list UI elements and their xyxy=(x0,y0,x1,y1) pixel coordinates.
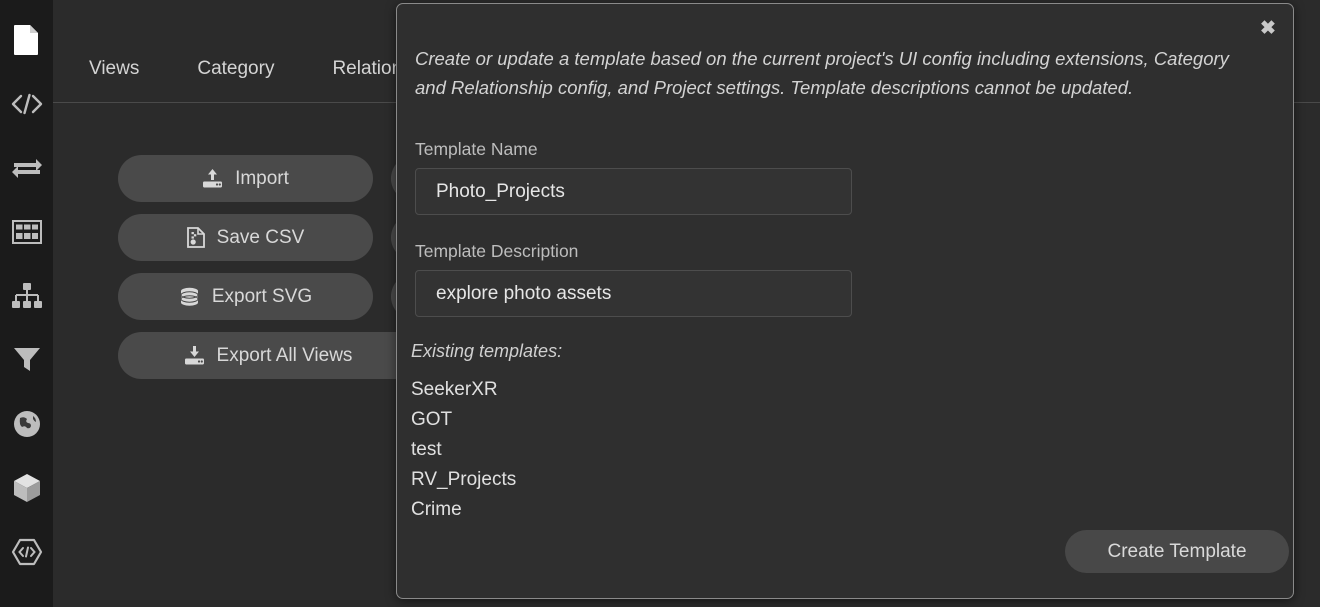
close-icon[interactable]: ✖ xyxy=(1257,17,1279,39)
sidebar-item-code[interactable] xyxy=(0,72,53,136)
filter-icon xyxy=(13,347,41,373)
hierarchy-icon xyxy=(11,283,43,309)
export-svg-button[interactable]: Export SVG xyxy=(118,273,373,320)
sidebar-item-hex-code[interactable] xyxy=(0,520,53,584)
save-csv-button[interactable]: Save CSV xyxy=(118,214,373,261)
list-item: test xyxy=(411,439,442,460)
create-template-button[interactable]: Create Template xyxy=(1065,530,1289,573)
existing-templates-heading: Existing templates: xyxy=(411,341,563,361)
modal-description: Create or update a template based on the… xyxy=(415,48,1229,98)
template-name-input[interactable]: Photo_Projects xyxy=(415,168,852,215)
tab-views[interactable]: Views xyxy=(89,55,139,81)
existing-templates-list: SeekerXR GOT test RV_Projects Crime xyxy=(411,375,516,525)
file-csv-icon xyxy=(186,227,205,248)
list-item: GOT xyxy=(411,409,453,430)
toolbar-button-column: Import Save CSV Export SVG Export All Vi… xyxy=(118,155,418,379)
download-icon xyxy=(184,345,205,366)
template-description-input[interactable]: explore photo assets xyxy=(415,270,852,317)
sidebar-item-hierarchy[interactable] xyxy=(0,264,53,328)
list-item: SeekerXR xyxy=(411,379,498,400)
import-button[interactable]: Import xyxy=(118,155,373,202)
table-icon xyxy=(11,220,42,244)
template-name-label: Template Name xyxy=(415,139,538,159)
sidebar-item-filter[interactable] xyxy=(0,328,53,392)
save-csv-button-label: Save CSV xyxy=(216,226,305,248)
transfer-icon xyxy=(11,156,43,180)
globe-icon xyxy=(13,410,41,438)
cube-icon xyxy=(12,473,42,503)
export-all-views-button[interactable]: Export All Views xyxy=(118,332,418,379)
app-root: Views Category Relationship Import Save … xyxy=(0,0,1320,607)
create-template-modal: ✖ Create or update a template based on t… xyxy=(396,3,1294,599)
hex-code-icon xyxy=(11,538,43,566)
list-item: RV_Projects xyxy=(411,469,517,490)
export-all-views-button-label: Export All Views xyxy=(216,344,353,366)
export-svg-button-label: Export SVG xyxy=(211,285,313,307)
template-name-field-group: Template Name Photo_Projects xyxy=(415,139,852,215)
import-button-label: Import xyxy=(235,167,289,189)
upload-icon xyxy=(202,168,223,189)
template-description-label: Template Description xyxy=(415,241,579,261)
sidebar-item-globe[interactable] xyxy=(0,392,53,456)
code-icon xyxy=(11,91,43,117)
sidebar-item-table[interactable] xyxy=(0,200,53,264)
template-description-field-group: Template Description explore photo asset… xyxy=(415,241,852,317)
left-icon-rail xyxy=(0,0,53,607)
tab-category[interactable]: Category xyxy=(197,55,274,81)
sidebar-item-cube[interactable] xyxy=(0,456,53,520)
database-icon xyxy=(179,287,200,307)
list-item: Crime xyxy=(411,499,462,520)
sidebar-item-transfer[interactable] xyxy=(0,136,53,200)
document-icon xyxy=(13,24,40,56)
sidebar-item-document[interactable] xyxy=(0,8,53,72)
